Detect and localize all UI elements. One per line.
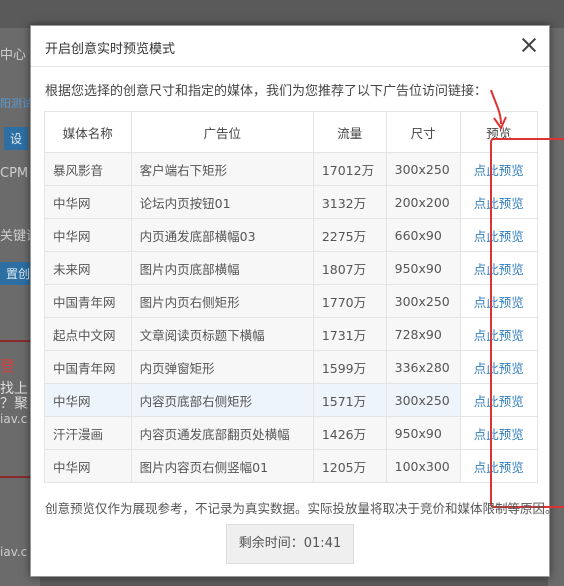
traffic-cell: 1807万 <box>312 251 387 285</box>
traffic-cell: 3132万 <box>312 185 387 219</box>
column-header-size: 尺寸 <box>385 111 461 153</box>
preview-cell: 点此预览 <box>459 251 539 285</box>
table-row: 中华网 论坛内页按钮01 3132万 200x200 点此预览 <box>44 185 539 219</box>
traffic-cell: 1571万 <box>312 383 387 417</box>
traffic-cell: 1770万 <box>312 284 387 318</box>
preview-cell: 点此预览 <box>459 449 539 483</box>
background-divider <box>0 340 32 342</box>
ad-slot-cell: 文章阅读页标题下横幅 <box>130 317 314 351</box>
preview-cell: 点此预览 <box>459 317 539 351</box>
preview-link[interactable]: 点此预览 <box>474 427 524 442</box>
preview-link[interactable]: 点此预览 <box>474 361 524 376</box>
background-text: iav.c <box>0 545 28 559</box>
ad-slot-cell: 内容页通发底部翻页处横幅 <box>130 416 314 450</box>
preview-cell: 点此预览 <box>459 350 539 384</box>
preview-link[interactable]: 点此预览 <box>474 196 524 211</box>
disclaimer-text: 创意预览仅作为展现参考，不记录为真实数据。实际投放量将取决于竞价和媒体限制等原因… <box>45 501 558 516</box>
background-text: iav.c <box>0 412 28 426</box>
intro-text: 根据您选择的创意尺寸和指定的媒体，我们为您推荐了以下广告位访问链接： <box>45 84 488 99</box>
size-cell: 950x90 <box>385 251 461 285</box>
preview-cell: 点此预览 <box>459 284 539 318</box>
preview-cell: 点此预览 <box>459 152 539 186</box>
column-header-traffic: 流量 <box>312 111 387 153</box>
ad-slot-cell: 客户端右下矩形 <box>130 152 314 186</box>
modal-title: 开启创意实时预览模式 <box>45 42 176 57</box>
preview-modal: 开启创意实时预览模式 根据您选择的创意尺寸和指定的媒体，我们为您推荐了以下广告位… <box>30 25 564 577</box>
background-button: 设 <box>4 127 29 150</box>
ad-slot-cell: 内页弹窗矩形 <box>130 350 314 384</box>
table-row: 起点中文网 文章阅读页标题下横幅 1731万 728x90 点此预览 <box>44 317 539 351</box>
table-row: 中华网 图片内容页右侧竖幅01 1205万 100x300 点此预览 <box>44 449 539 483</box>
media-name-cell: 中华网 <box>44 218 132 252</box>
table-header-row: 媒体名称 广告位 流量 尺寸 预览 <box>44 111 539 153</box>
table-row: 未来网 图片内页底部横幅 1807万 950x90 点此预览 <box>44 251 539 285</box>
preview-link[interactable]: 点此预览 <box>474 460 524 475</box>
media-name-cell: 未来网 <box>44 251 132 285</box>
ad-slot-cell: 内页通发底部横幅03 <box>130 218 314 252</box>
size-cell: 200x200 <box>385 185 461 219</box>
traffic-cell: 17012万 <box>312 152 387 186</box>
table-row: 汗汗漫画 内容页通发底部翻页处横幅 1426万 950x90 点此预览 <box>44 416 539 450</box>
size-cell: 300x250 <box>385 284 461 318</box>
background-text: ？聚 <box>0 396 28 412</box>
size-cell: 660x90 <box>385 218 461 252</box>
media-name-cell: 汗汗漫画 <box>44 416 132 450</box>
table-row: 中国青年网 图片内页右侧矩形 1770万 300x250 点此预览 <box>44 284 539 318</box>
preview-link[interactable]: 点此预览 <box>474 328 524 343</box>
table-row: 中华网 内容页底部右侧矩形 1571万 300x250 点此预览 <box>44 383 539 417</box>
preview-cell: 点此预览 <box>459 185 539 219</box>
traffic-cell: 1599万 <box>312 350 387 384</box>
background-text: CPM <box>0 166 29 181</box>
arrow-down-icon <box>490 89 507 131</box>
size-cell: 950x90 <box>385 416 461 450</box>
preview-cell: 点此预览 <box>459 218 539 252</box>
countdown-timer: 剩余时间：01:41 <box>226 524 354 564</box>
media-name-cell: 暴风影音 <box>44 152 132 186</box>
traffic-cell: 1426万 <box>312 416 387 450</box>
traffic-cell: 1731万 <box>312 317 387 351</box>
traffic-cell: 2275万 <box>312 218 387 252</box>
media-name-cell: 中华网 <box>44 449 132 483</box>
media-name-cell: 中国青年网 <box>44 284 132 318</box>
preview-link[interactable]: 点此预览 <box>474 295 524 310</box>
column-header-media: 媒体名称 <box>44 111 132 153</box>
background-text: 中心 <box>0 48 27 63</box>
column-header-slot: 广告位 <box>130 111 314 153</box>
preview-link[interactable]: 点此预览 <box>474 394 524 409</box>
ad-slot-cell: 论坛内页按钮01 <box>130 185 314 219</box>
background-divider <box>0 476 32 478</box>
close-icon[interactable] <box>519 35 539 55</box>
preview-link[interactable]: 点此预览 <box>474 262 524 277</box>
table-row: 暴风影音 客户端右下矩形 17012万 300x250 点此预览 <box>44 152 539 186</box>
traffic-cell: 1205万 <box>312 449 387 483</box>
size-cell: 728x90 <box>385 317 461 351</box>
media-name-cell: 起点中文网 <box>44 317 132 351</box>
size-cell: 336x280 <box>385 350 461 384</box>
ad-slot-cell: 图片内页右侧矩形 <box>130 284 314 318</box>
preview-link[interactable]: 点此预览 <box>474 229 524 244</box>
media-name-cell: 中国青年网 <box>44 350 132 384</box>
size-cell: 100x300 <box>385 449 461 483</box>
background-text: 登 <box>0 357 16 375</box>
ad-slot-cell: 图片内页底部横幅 <box>130 251 314 285</box>
size-cell: 300x250 <box>385 152 461 186</box>
table-row: 中华网 内页通发底部横幅03 2275万 660x90 点此预览 <box>44 218 539 252</box>
ad-slot-cell: 图片内容页右侧竖幅01 <box>130 449 314 483</box>
background-text: 阳测试 <box>0 97 33 110</box>
media-name-cell: 中华网 <box>44 185 132 219</box>
table-row: 中国青年网 内页弹窗矩形 1599万 336x280 点此预览 <box>44 350 539 384</box>
placement-table: 媒体名称 广告位 流量 尺寸 预览 暴风影音 客户端右下矩形 17012万 300x2… <box>44 111 539 483</box>
ad-slot-cell: 内容页底部右侧矩形 <box>130 383 314 417</box>
preview-cell: 点此预览 <box>459 383 539 417</box>
media-name-cell: 中华网 <box>44 383 132 417</box>
preview-link[interactable]: 点此预览 <box>474 163 524 178</box>
preview-cell: 点此预览 <box>459 416 539 450</box>
modal-header: 开启创意实时预览模式 <box>31 26 549 67</box>
size-cell: 300x250 <box>385 383 461 417</box>
